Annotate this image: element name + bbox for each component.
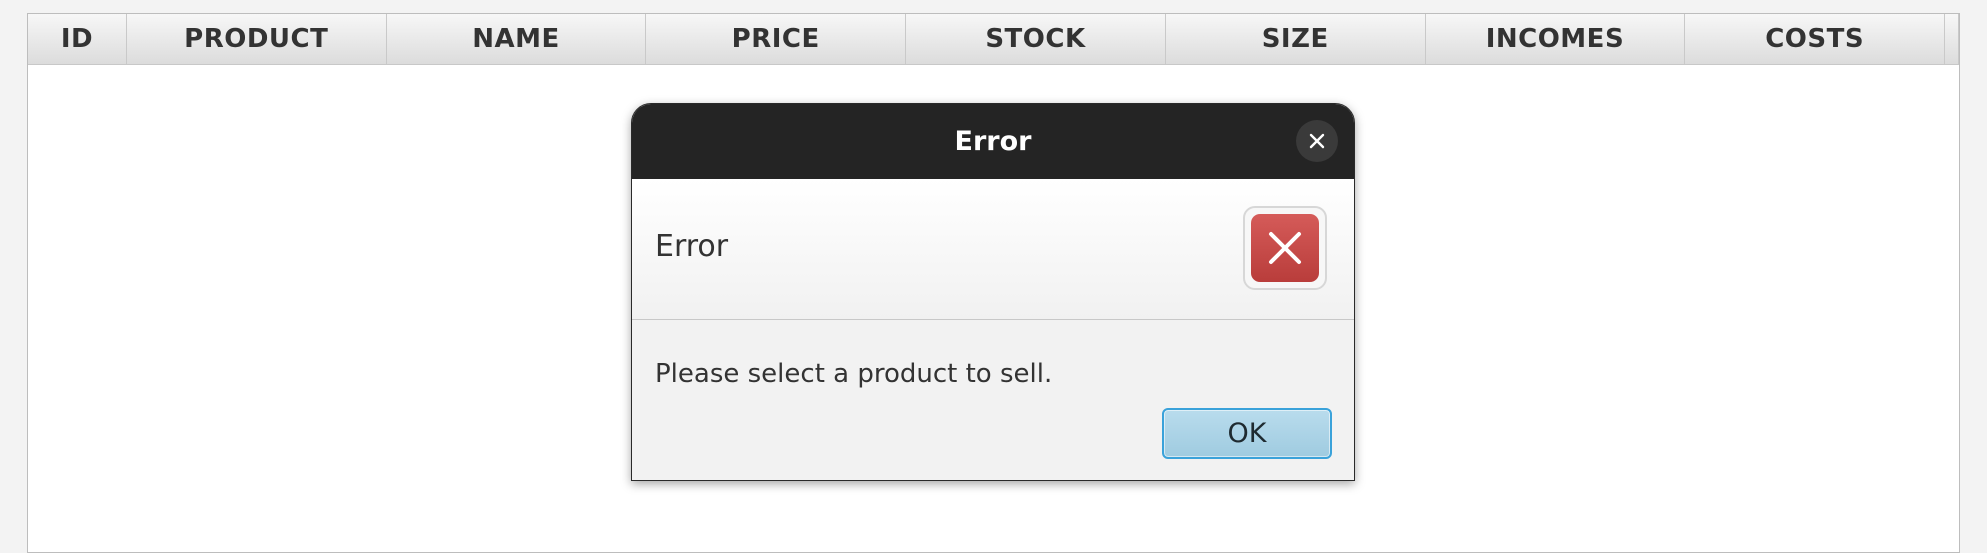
close-button[interactable] (1296, 120, 1338, 162)
error-x-icon (1251, 214, 1319, 282)
column-header-stock[interactable]: STOCK (906, 14, 1166, 64)
column-header-incomes[interactable]: INCOMES (1425, 14, 1686, 64)
dialog-header-text: Error (655, 229, 729, 264)
dialog-header-panel: Error (632, 179, 1354, 320)
error-icon-frame (1243, 206, 1327, 290)
column-header-size[interactable]: SIZE (1165, 14, 1426, 64)
ok-button[interactable]: OK (1162, 408, 1332, 459)
table-header: ID PRODUCT NAME PRICE STOCK SIZE INCOMES… (28, 14, 1960, 65)
column-header-id[interactable]: ID (28, 14, 127, 64)
dialog-message: Please select a product to sell. (655, 359, 1053, 389)
column-header-product[interactable]: PRODUCT (126, 14, 387, 64)
dialog-titlebar[interactable]: Error (632, 104, 1354, 179)
dialog-title: Error (954, 126, 1032, 157)
column-header-name[interactable]: NAME (386, 14, 647, 64)
column-header-costs[interactable]: COSTS (1685, 14, 1946, 64)
column-header-filler (1945, 14, 1960, 64)
error-dialog: Error Error Please select a product to s… (631, 103, 1355, 481)
close-icon (1309, 133, 1325, 149)
column-header-price[interactable]: PRICE (646, 14, 907, 64)
